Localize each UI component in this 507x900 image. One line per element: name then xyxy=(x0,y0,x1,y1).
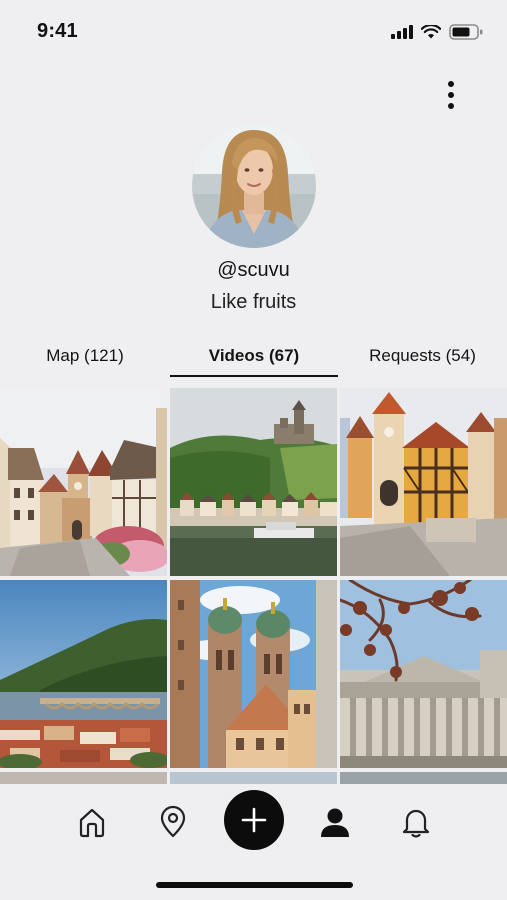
nav-home-button[interactable] xyxy=(72,802,112,842)
status-icons xyxy=(391,24,483,40)
add-button[interactable] xyxy=(224,790,284,850)
nav-profile-button[interactable] xyxy=(315,802,355,842)
bell-icon xyxy=(402,809,430,838)
video-thumbnail[interactable] xyxy=(170,772,337,784)
battery-icon xyxy=(449,24,483,40)
video-thumbnail[interactable] xyxy=(340,580,507,768)
video-thumbnail[interactable] xyxy=(170,580,337,768)
video-thumbnail[interactable] xyxy=(340,772,507,784)
tab-map[interactable]: Map (121) xyxy=(0,336,170,376)
more-options-button[interactable] xyxy=(435,78,467,112)
status-bar: 9:41 xyxy=(0,0,507,64)
active-tab-indicator xyxy=(170,375,338,377)
home-indicator[interactable] xyxy=(156,882,353,888)
video-thumbnail[interactable] xyxy=(340,388,507,576)
cellular-signal-icon xyxy=(391,25,413,39)
nav-map-button[interactable] xyxy=(153,802,193,842)
video-thumbnail[interactable] xyxy=(170,388,337,576)
plus-icon xyxy=(241,807,267,833)
status-time: 9:41 xyxy=(37,20,78,42)
username: @scuvu xyxy=(217,259,290,281)
user-icon xyxy=(321,808,349,837)
home-icon xyxy=(79,808,105,838)
video-thumbnail[interactable] xyxy=(0,580,167,768)
wifi-icon xyxy=(421,25,441,39)
video-thumbnail[interactable] xyxy=(0,388,167,576)
tab-requests[interactable]: Requests (54) xyxy=(338,336,507,376)
vertical-dots-icon xyxy=(448,81,454,109)
video-grid xyxy=(0,388,507,784)
nav-notifications-button[interactable] xyxy=(396,802,436,842)
profile-tabs: Map (121) Videos (67) Requests (54) xyxy=(0,336,507,378)
profile-bio: Like fruits xyxy=(210,291,297,313)
bottom-navigation xyxy=(0,784,507,900)
avatar[interactable] xyxy=(192,124,316,248)
tab-videos[interactable]: Videos (67) xyxy=(170,336,338,376)
location-pin-icon xyxy=(160,805,186,838)
video-thumbnail[interactable] xyxy=(0,772,167,784)
